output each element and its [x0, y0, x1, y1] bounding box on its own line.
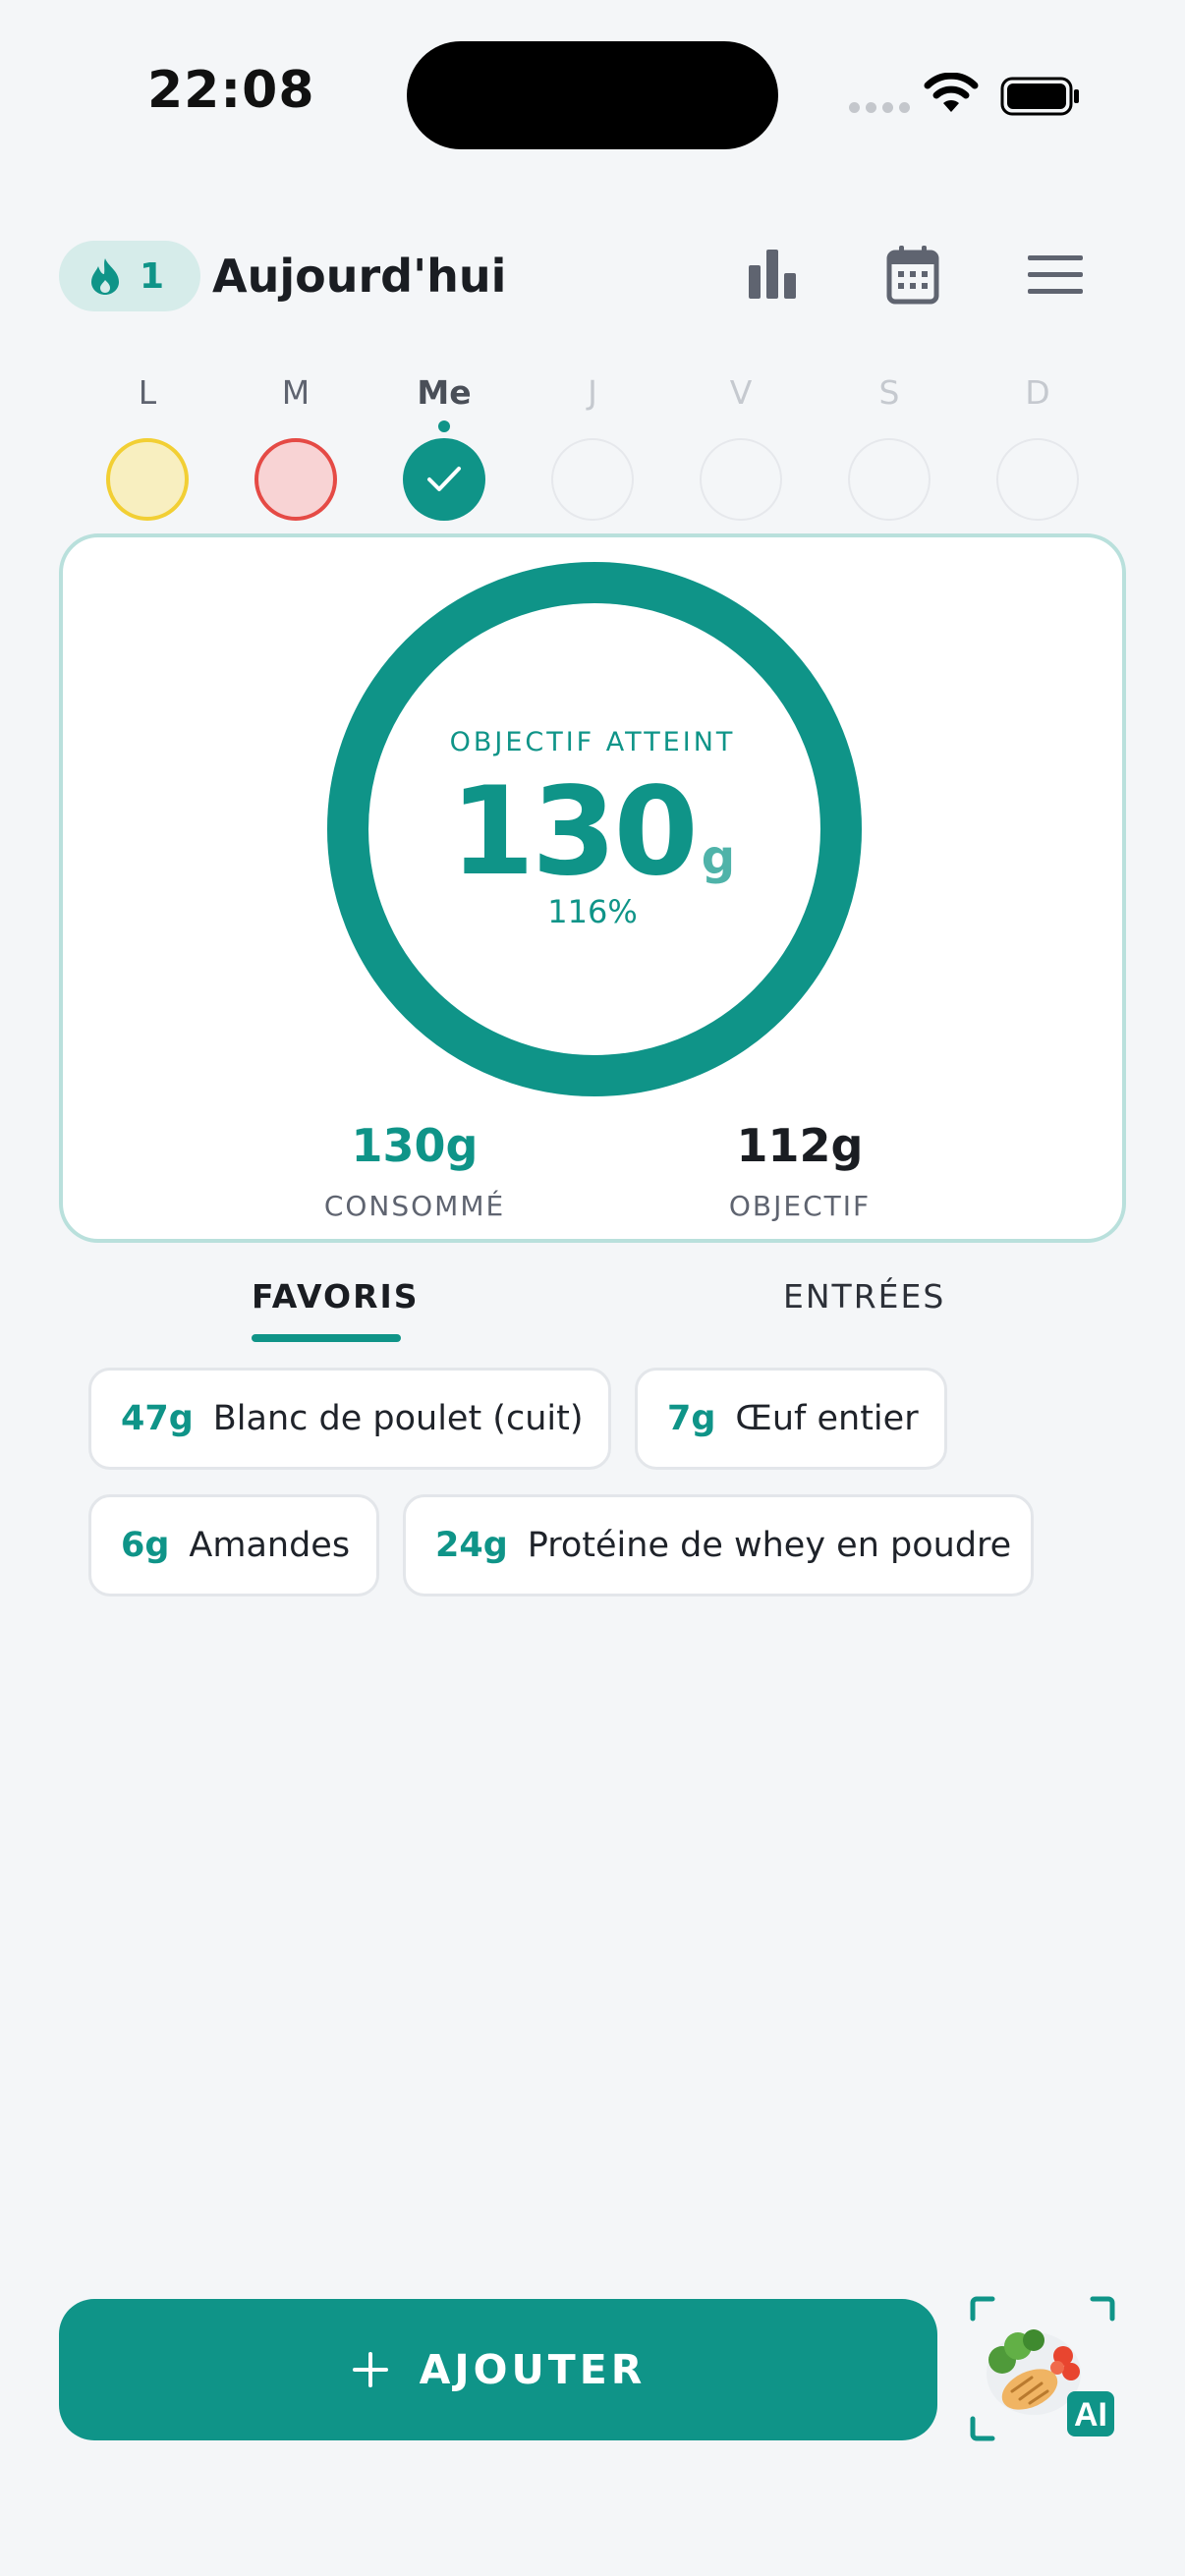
day-sunday[interactable]: D	[996, 373, 1079, 521]
chip-grams: 47g	[121, 1399, 194, 1438]
ai-food-scan-button[interactable]: AI	[969, 2295, 1116, 2442]
today-indicator	[438, 420, 450, 432]
goal-value: 130 g	[63, 761, 1122, 903]
day-label: M	[281, 373, 310, 412]
add-button[interactable]: AJOUTER	[59, 2299, 937, 2440]
consumed-label: CONSOMMÉ	[323, 1190, 506, 1222]
plus-icon	[352, 2352, 388, 2387]
bar-chart-icon[interactable]	[747, 244, 798, 305]
chip-grams: 7g	[667, 1399, 716, 1438]
flame-icon	[91, 258, 119, 295]
food-plate-icon	[987, 2329, 1081, 2415]
day-label: V	[729, 373, 753, 412]
add-button-label: AJOUTER	[419, 2346, 647, 2393]
app-screen: 22:08 1 Aujourd'hui L M Me J V S D OBJEC…	[0, 0, 1185, 2576]
day-friday[interactable]: V	[700, 373, 782, 521]
day-status-partial	[106, 438, 189, 521]
favorite-chip[interactable]: 7g Œuf entier	[635, 1368, 947, 1470]
day-thursday[interactable]: J	[551, 373, 634, 521]
page-title: Aujourd'hui	[212, 250, 507, 303]
day-status-missed	[254, 438, 337, 521]
day-label: L	[138, 373, 157, 412]
goal-value-number: 130	[449, 761, 699, 903]
favorite-chip[interactable]: 47g Blanc de poulet (cuit)	[88, 1368, 611, 1470]
consumed-stat: 130g CONSOMMÉ	[267, 1119, 562, 1222]
chip-grams: 6g	[121, 1526, 170, 1565]
chip-food-name: Blanc de poulet (cuit)	[212, 1399, 584, 1438]
goal-target-value: 112g	[736, 1119, 864, 1172]
tab-entries[interactable]: ENTRÉES	[783, 1277, 945, 1316]
menu-icon[interactable]	[1028, 253, 1083, 297]
tab-favorites[interactable]: FAVORIS	[252, 1277, 420, 1316]
active-tab-indicator	[252, 1334, 401, 1342]
day-label: S	[878, 373, 900, 412]
day-tuesday[interactable]: M	[254, 373, 337, 521]
consumed-value: 130g	[351, 1119, 479, 1172]
progress-card: OBJECTIF ATTEINT 130 g 116% 130g CONSOMMÉ…	[59, 533, 1126, 1243]
goal-value-unit: g	[701, 830, 736, 885]
ai-badge: AI	[1074, 2396, 1107, 2434]
checkmark-icon	[427, 467, 461, 491]
calendar-icon[interactable]	[886, 244, 939, 305]
streak-badge[interactable]: 1	[59, 241, 200, 311]
day-label: J	[588, 373, 597, 412]
day-status-future	[996, 438, 1079, 521]
cellular-signal-icon	[849, 102, 910, 113]
chip-food-name: Protéine de whey en poudre	[527, 1526, 1012, 1565]
day-status-future	[700, 438, 782, 521]
goal-percent: 116%	[547, 893, 638, 930]
chip-food-name: Œuf entier	[735, 1399, 919, 1438]
day-status-future	[848, 438, 931, 521]
day-status-future	[551, 438, 634, 521]
status-time: 22:08	[147, 61, 315, 120]
goal-status-label: OBJECTIF ATTEINT	[449, 727, 736, 757]
chip-grams: 24g	[435, 1526, 508, 1565]
dynamic-island	[407, 41, 778, 149]
day-monday[interactable]: L	[106, 373, 189, 521]
day-saturday[interactable]: S	[848, 373, 931, 521]
favorite-chip[interactable]: 6g Amandes	[88, 1494, 379, 1596]
streak-count: 1	[140, 255, 165, 297]
day-label: Me	[417, 373, 472, 412]
goal-target-label: OBJECTIF	[728, 1190, 872, 1222]
day-status-done	[403, 438, 485, 521]
goal-stat: 112g OBJECTIF	[652, 1119, 947, 1222]
chip-food-name: Amandes	[189, 1526, 351, 1565]
favorite-chip[interactable]: 24g Protéine de whey en poudre	[403, 1494, 1034, 1596]
day-wednesday[interactable]: Me	[403, 373, 485, 521]
battery-icon	[1000, 77, 1079, 116]
day-label: D	[1025, 373, 1050, 412]
wifi-icon	[924, 73, 979, 112]
